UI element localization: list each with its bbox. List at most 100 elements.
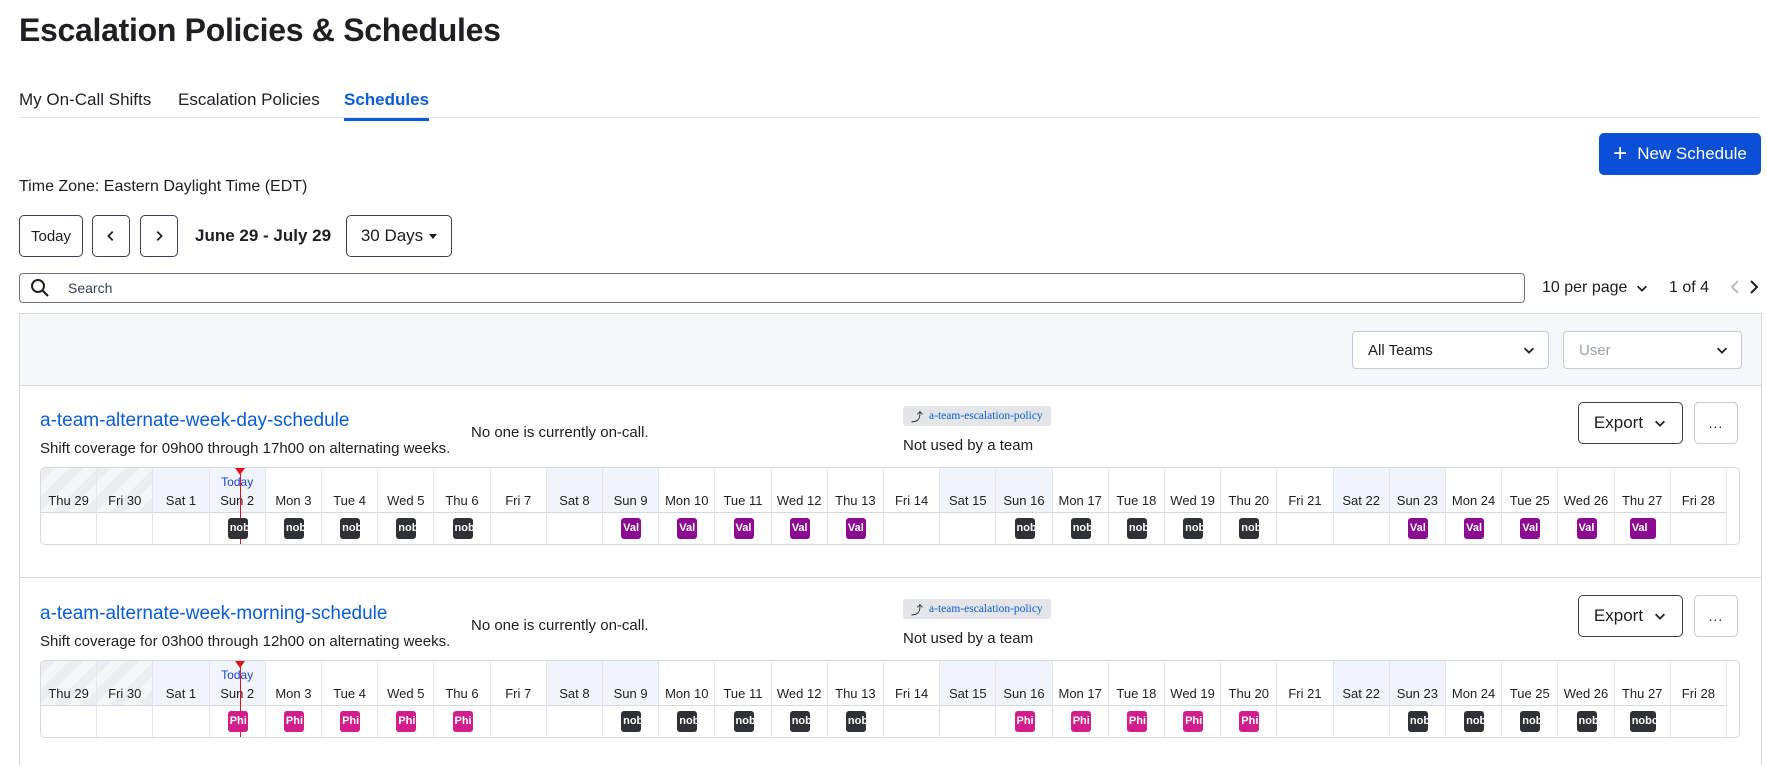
chevron-down-icon [1524,347,1534,354]
export-button[interactable]: Export [1578,402,1683,444]
day-header: Tue 25 [1502,468,1558,513]
shift-block[interactable]: Phi [1014,711,1035,732]
day-column: Sat 22 [1333,468,1390,544]
shift-block[interactable]: Phi [340,711,361,732]
more-options-button[interactable]: ... [1694,595,1738,637]
shift-block[interactable]: nob [283,518,304,539]
day-label: Tue 25 [1509,686,1550,701]
schedule-title[interactable]: a-team-alternate-week-day-schedule [40,410,349,432]
tab-escalation-policies[interactable]: Escalation Policies [178,90,320,110]
team-filter-select[interactable]: All Teams [1352,331,1549,369]
day-column: Fri 7 [490,661,547,737]
day-label: Fri 21 [1288,686,1322,701]
tab-bar: My On-Call Shifts Escalation Policies Sc… [19,88,1759,121]
shift-block[interactable]: nob [845,711,866,732]
shift-block[interactable]: nob [1520,711,1541,732]
day-column: Fri 14 [884,661,941,737]
shift-block[interactable]: Val [1464,518,1485,539]
timezone-label: Time Zone: Eastern Daylight Time (EDT) [19,178,308,195]
shift-block[interactable]: Phi [1126,711,1147,732]
day-header: Sat 15 [940,468,996,513]
shift-block[interactable]: Val [1629,518,1656,539]
next-page-button[interactable] [1748,279,1760,300]
range-select[interactable]: 30 Days [346,215,452,257]
day-label: Tue 4 [333,686,366,701]
day-label: Sun 9 [613,686,648,701]
shift-block[interactable]: nob [396,518,417,539]
shift-block[interactable]: nob [1464,711,1485,732]
shift-block[interactable]: Phi [283,711,304,732]
previous-range-button[interactable] [92,215,130,257]
shift-block[interactable]: Val [733,518,754,539]
tab-my-on-call-shifts[interactable]: My On-Call Shifts [19,90,151,110]
shift-block[interactable]: Phi [227,711,248,732]
schedules-panel: All Teams User a-team-alternate-week-day… [19,313,1762,765]
shift-block[interactable]: Phi [452,711,473,732]
shift-block[interactable]: nob [1183,518,1204,539]
per-page-select[interactable]: 10 per page [1542,279,1649,297]
chevron-down-icon [1655,420,1666,427]
shift-block[interactable]: nob [1070,518,1091,539]
tab-schedules[interactable]: Schedules [344,90,430,121]
schedule-description: Shift coverage for 09h00 through 17h00 o… [40,440,451,457]
shift-block[interactable]: nob [1576,711,1597,732]
day-label: Thu 20 [1228,493,1270,508]
new-schedule-button[interactable]: + New Schedule [1599,133,1761,175]
day-label: Fri 30 [108,686,142,701]
day-column: Sat 1 [153,468,210,544]
today-button[interactable]: Today [19,215,83,257]
shift-block[interactable]: Phi [1183,711,1204,732]
shift-block[interactable]: Val [1407,518,1428,539]
policy-chip[interactable]: ⤴ a-team-escalation-policy [903,406,1051,426]
shift-block[interactable]: Val [845,518,866,539]
shift-block[interactable]: nob [1239,518,1260,539]
export-button[interactable]: Export [1578,595,1683,637]
today-button-label: Today [30,227,72,245]
page-status: 1 of 4 [1669,279,1710,296]
shift-block[interactable]: nob [621,711,642,732]
day-header: Wed 5 [378,468,434,513]
shift-block[interactable]: nobo [1629,711,1656,732]
day-column: Fri 30 [97,661,154,737]
shift-block[interactable]: Val [789,518,810,539]
shift-block[interactable]: Val [621,518,642,539]
shift-block[interactable]: nob [677,711,698,732]
day-label: Fri 28 [1681,686,1715,701]
shift-block[interactable]: nob [733,711,754,732]
shift-block[interactable]: Phi [1070,711,1091,732]
today-marker-arrow-icon [234,468,245,475]
shift-block[interactable]: nob [340,518,361,539]
shift-block[interactable]: nob [227,518,248,539]
shift-block[interactable]: nob [1407,711,1428,732]
shift-block[interactable]: Val [1520,518,1541,539]
shift-block[interactable]: nob [789,711,810,732]
shift-block[interactable]: Val [1576,518,1597,539]
shift-block[interactable]: nob [1014,518,1035,539]
day-label: Wed 26 [1563,493,1609,508]
day-header: Sun 9 [603,661,659,706]
user-filter-select[interactable]: User [1563,331,1742,369]
day-header: Sun 23 [1389,661,1445,706]
day-label: Sat 8 [559,493,590,508]
schedule-timeline: Thu 29 Fri 30 Sat 1 Today Sun 2 Mon 3 Tue 4 Wed… [40,467,1740,545]
more-options-button[interactable]: ... [1694,402,1738,444]
shift-block[interactable]: Phi [1239,711,1260,732]
day-label: Mon 10 [665,493,709,508]
schedule-title[interactable]: a-team-alternate-week-morning-schedule [40,603,387,625]
schedule-description: Shift coverage for 03h00 through 12h00 o… [40,633,451,650]
shift-block[interactable]: Val [677,518,698,539]
day-label: Fri 14 [894,686,929,701]
day-header: Wed 19 [1165,468,1221,513]
policy-chip[interactable]: ⤴ a-team-escalation-policy [903,599,1051,619]
day-header: Fri 21 [1277,468,1333,513]
shift-block[interactable]: Phi [396,711,417,732]
shift-block[interactable]: nob [1126,518,1147,539]
shift-block[interactable]: nob [452,518,473,539]
day-header: Mon 3 [265,468,321,513]
filter-bar: All Teams User [20,314,1761,386]
export-label: Export [1593,606,1644,625]
previous-page-button[interactable] [1729,279,1741,300]
day-header: Sat 15 [940,661,996,706]
next-range-button[interactable] [140,215,178,257]
search-input[interactable] [68,280,1468,296]
